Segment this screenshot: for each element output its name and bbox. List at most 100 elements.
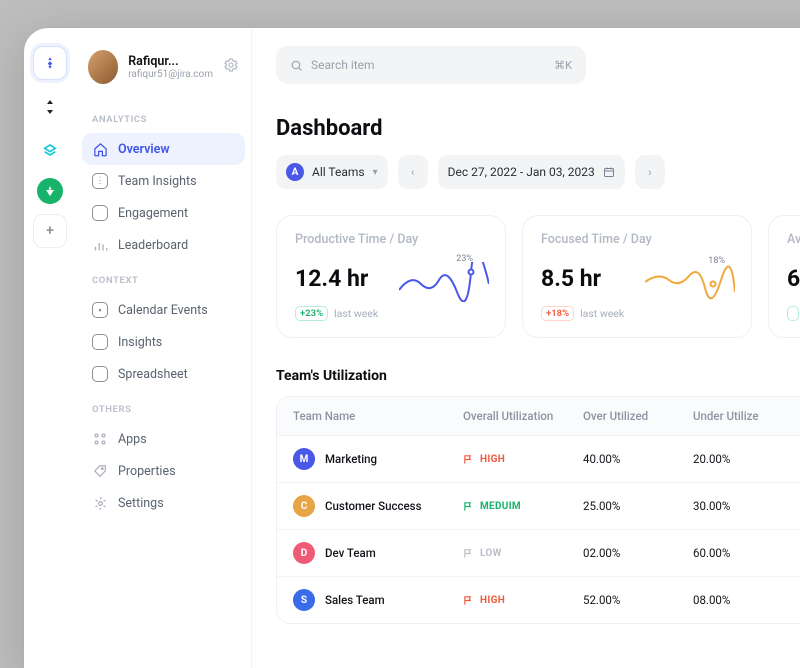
cell-under: 60.00% [693,546,800,560]
th-under: Under Utilize [693,409,800,423]
topbar: Search item ⌘K [276,46,800,84]
table-row[interactable]: MMarketingHIGH40.00%20.00%40.00% [277,435,800,482]
sidebar: Rafiqur... rafiqur51@jira.com ANALYTICS … [76,28,252,668]
insights-icon [92,334,108,350]
rail-add-button[interactable]: + [33,214,67,248]
profile-email: rafiqur51@jira.com [128,69,213,80]
flag-label: LOW [480,548,502,559]
flag-icon [463,501,474,512]
team-name: Customer Success [325,499,422,513]
sidebar-item-insights[interactable]: Insights [82,326,245,358]
date-range-picker[interactable]: Dec 27, 2022 - Jan 03, 2023 [438,155,625,189]
cell-under: 20.00% [693,452,800,466]
card-focused-time: Focused Time / Day 8.5 hr +18% last week… [522,215,752,338]
filter-controls: A All Teams ▾ ‹ Dec 27, 2022 - Jan 03, 2… [276,155,800,189]
th-overall: Overall Utilization [463,409,583,423]
team-dot: C [293,495,315,517]
team-filter-label: All Teams [312,165,365,179]
sidebar-item-properties[interactable]: Properties [82,455,245,487]
card-title: Focused Time [541,232,620,247]
team-name: Dev Team [325,546,376,560]
date-next-button[interactable]: › [635,155,665,189]
card-per: / Day [623,232,652,247]
search-placeholder: Search item [311,58,375,72]
calendar-icon: ▪ [92,302,108,318]
spark-peak-label: 18% [708,256,725,266]
cell-flag: HIGH [463,595,583,606]
th-team: Team Name [293,409,463,423]
sidebar-item-overview[interactable]: Overview [82,133,245,165]
rail-item-3[interactable] [33,134,67,168]
team-name: Sales Team [325,593,385,607]
delta-badge: +18% [541,306,574,321]
page-title: Dashboard [276,116,800,141]
sidebar-item-label: Apps [118,432,147,447]
table-row[interactable]: DDev TeamLOW02.00%60.00%38.00% [277,529,800,576]
cell-team: M Marketing [293,448,463,470]
sidebar-item-label: Leaderboard [118,238,188,253]
team-name: Marketing [325,452,377,466]
sparkline [645,262,735,302]
search-shortcut: ⌘K [554,59,572,72]
card-value: 6. [787,265,800,292]
date-range-label: Dec 27, 2022 - Jan 03, 2023 [448,165,595,179]
sidebar-item-label: Engagement [118,206,188,221]
utilization-table: Team Name Overall Utilization Over Utili… [276,396,800,624]
sidebar-item-team-insights[interactable]: ⋮ Team Insights [82,165,245,197]
sidebar-item-leaderboard[interactable]: Leaderboard [82,229,245,261]
team-dot: M [293,448,315,470]
search-input[interactable]: Search item ⌘K [276,46,586,84]
home-icon [92,141,108,157]
profile-block[interactable]: Rafiqur... rafiqur51@jira.com [82,46,245,100]
delta-badge: +23% [295,306,328,321]
date-prev-button[interactable]: ‹ [398,155,428,189]
table-row[interactable]: CCustomer SuccessMEDUIM25.00%30.00%45.00… [277,482,800,529]
flag-icon [463,454,474,465]
chart-icon: ⋮ [92,173,108,189]
rail-item-2[interactable] [33,90,67,124]
card-title: Productive Time [295,232,386,247]
calendar-icon [603,166,615,178]
jira-icon[interactable] [33,46,67,80]
sidebar-item-label: Insights [118,335,162,350]
cell-team: S Sales Team [293,589,463,611]
stat-cards: Productive Time / Day 12.4 hr +23% last … [276,215,800,338]
sidebar-item-apps[interactable]: Apps [82,423,245,455]
team-dot: S [293,589,315,611]
flag-label: HIGH [480,595,505,606]
cell-over: 52.00% [583,593,693,607]
spark-peak-label: 23% [456,254,473,264]
profile-name: Rafiqur... [128,54,213,69]
settings-icon [92,495,108,511]
rail-item-4[interactable] [37,178,63,204]
sidebar-item-label: Calendar Events [118,303,208,318]
app-shell: + Rafiqur... rafiqur51@jira.com ANALYTIC… [24,28,800,668]
sidebar-item-engagement[interactable]: Engagement [82,197,245,229]
apps-icon [92,431,108,447]
flag-icon [463,548,474,559]
sidebar-item-settings[interactable]: Settings [82,487,245,519]
sidebar-item-label: Settings [118,496,164,511]
delta-suffix: last week [334,307,378,320]
sidebar-item-spreadsheet[interactable]: Spreadsheet [82,358,245,390]
sparkline [399,262,489,302]
flag-label: HIGH [480,454,505,465]
cell-over: 40.00% [583,452,693,466]
cell-flag: LOW [463,548,583,559]
section-label-others: OTHERS [82,390,245,423]
sidebar-item-calendar[interactable]: ▪ Calendar Events [82,294,245,326]
section-title-utilization: Team's Utilization [276,368,800,384]
gear-icon[interactable] [223,57,239,77]
sidebar-item-label: Overview [118,142,170,157]
card-productive-time: Productive Time / Day 12.4 hr +23% last … [276,215,506,338]
delta-badge [787,306,799,321]
team-dot: D [293,542,315,564]
section-label-context: CONTEXT [82,261,245,294]
app-rail: + [24,28,76,668]
tag-icon [92,463,108,479]
flag-label: MEDUIM [480,501,521,512]
section-label-analytics: ANALYTICS [82,100,245,133]
team-filter[interactable]: A All Teams ▾ [276,155,388,189]
th-over: Over Utilized [583,409,693,423]
sidebar-item-label: Properties [118,464,176,479]
